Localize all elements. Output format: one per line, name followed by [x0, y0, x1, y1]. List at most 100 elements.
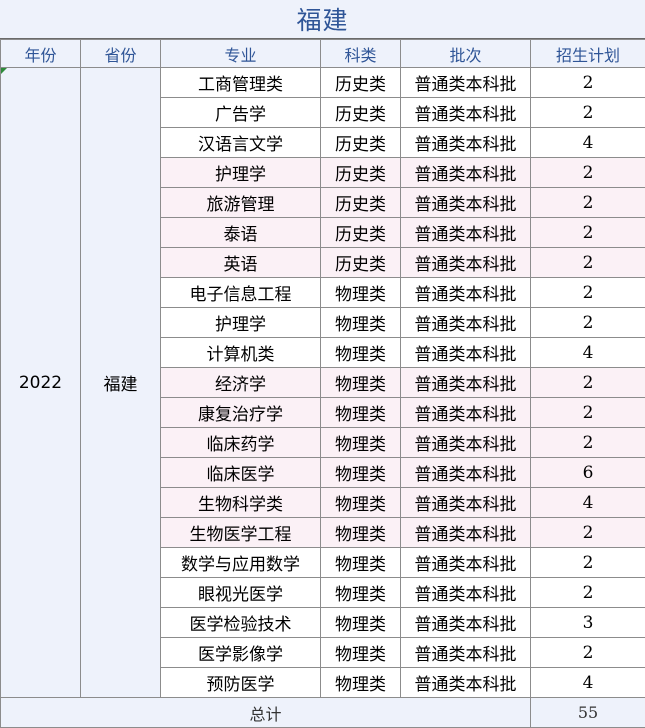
category-cell[interactable]: 物理类 — [320, 487, 401, 518]
plan-cell[interactable]: 2 — [530, 397, 645, 428]
category-cell[interactable]: 物理类 — [320, 637, 401, 668]
batch-cell[interactable]: 普通类本科批 — [400, 337, 531, 368]
major-cell[interactable]: 电子信息工程 — [160, 277, 321, 308]
batch-cell[interactable]: 普通类本科批 — [400, 97, 531, 128]
category-cell[interactable]: 物理类 — [320, 667, 401, 698]
category-cell[interactable]: 物理类 — [320, 547, 401, 578]
plan-cell[interactable]: 2 — [530, 547, 645, 578]
category-cell[interactable]: 物理类 — [320, 457, 401, 488]
plan-cell[interactable]: 2 — [530, 307, 645, 338]
major-cell[interactable]: 临床药学 — [160, 427, 321, 458]
category-cell[interactable]: 历史类 — [320, 67, 401, 98]
plan-cell[interactable]: 2 — [530, 187, 645, 218]
header-major[interactable]: 专业 — [160, 39, 321, 68]
plan-cell[interactable]: 2 — [530, 217, 645, 248]
category-cell[interactable]: 历史类 — [320, 187, 401, 218]
batch-cell[interactable]: 普通类本科批 — [400, 307, 531, 338]
plan-cell[interactable]: 2 — [530, 367, 645, 398]
province-cell[interactable]: 福建 — [80, 67, 161, 698]
batch-cell[interactable]: 普通类本科批 — [400, 127, 531, 158]
year-cell[interactable]: 2022 — [0, 67, 81, 698]
category-cell[interactable]: 物理类 — [320, 367, 401, 398]
spreadsheet: 福建 年份 省份 专业 科类 批次 招生计划 2022 福建 工商管理类 历史类 普通类… — [0, 0, 645, 728]
major-cell[interactable]: 计算机类 — [160, 337, 321, 368]
plan-cell[interactable]: 2 — [530, 277, 645, 308]
sheet-title: 福建 — [0, 0, 645, 39]
batch-cell[interactable]: 普通类本科批 — [400, 667, 531, 698]
plan-cell[interactable]: 4 — [530, 337, 645, 368]
batch-cell[interactable]: 普通类本科批 — [400, 277, 531, 308]
plan-cell[interactable]: 4 — [530, 127, 645, 158]
major-cell[interactable]: 英语 — [160, 247, 321, 278]
header-batch[interactable]: 批次 — [400, 39, 531, 68]
plan-cell[interactable]: 2 — [530, 157, 645, 188]
plan-cell[interactable]: 2 — [530, 247, 645, 278]
total-row: 总计 55 — [0, 697, 645, 728]
admission-plan-table: 年份 省份 专业 科类 批次 招生计划 2022 福建 工商管理类 历史类 普通类本科批… — [0, 39, 645, 728]
category-cell[interactable]: 物理类 — [320, 607, 401, 638]
batch-cell[interactable]: 普通类本科批 — [400, 397, 531, 428]
major-cell[interactable]: 汉语言文学 — [160, 127, 321, 158]
major-cell[interactable]: 预防医学 — [160, 667, 321, 698]
plan-cell[interactable]: 2 — [530, 427, 645, 458]
major-cell[interactable]: 生物医学工程 — [160, 517, 321, 548]
category-cell[interactable]: 物理类 — [320, 277, 401, 308]
plan-cell[interactable]: 2 — [530, 97, 645, 128]
major-cell[interactable]: 医学影像学 — [160, 637, 321, 668]
major-cell[interactable]: 经济学 — [160, 367, 321, 398]
category-cell[interactable]: 历史类 — [320, 247, 401, 278]
category-cell[interactable]: 历史类 — [320, 97, 401, 128]
batch-cell[interactable]: 普通类本科批 — [400, 367, 531, 398]
header-row: 年份 省份 专业 科类 批次 招生计划 — [0, 39, 645, 68]
header-province[interactable]: 省份 — [80, 39, 161, 68]
major-cell[interactable]: 数学与应用数学 — [160, 547, 321, 578]
category-cell[interactable]: 物理类 — [320, 337, 401, 368]
batch-cell[interactable]: 普通类本科批 — [400, 637, 531, 668]
category-cell[interactable]: 物理类 — [320, 517, 401, 548]
category-cell[interactable]: 历史类 — [320, 127, 401, 158]
batch-cell[interactable]: 普通类本科批 — [400, 157, 531, 188]
batch-cell[interactable]: 普通类本科批 — [400, 607, 531, 638]
batch-cell[interactable]: 普通类本科批 — [400, 487, 531, 518]
major-cell[interactable]: 生物科学类 — [160, 487, 321, 518]
major-cell[interactable]: 康复治疗学 — [160, 397, 321, 428]
plan-cell[interactable]: 2 — [530, 67, 645, 98]
major-cell[interactable]: 眼视光医学 — [160, 577, 321, 608]
plan-cell[interactable]: 2 — [530, 637, 645, 668]
plan-cell[interactable]: 3 — [530, 607, 645, 638]
major-cell[interactable]: 工商管理类 — [160, 67, 321, 98]
cell-comment-marker-icon — [1, 68, 7, 74]
major-cell[interactable]: 临床医学 — [160, 457, 321, 488]
category-cell[interactable]: 历史类 — [320, 217, 401, 248]
batch-cell[interactable]: 普通类本科批 — [400, 427, 531, 458]
batch-cell[interactable]: 普通类本科批 — [400, 457, 531, 488]
batch-cell[interactable]: 普通类本科批 — [400, 217, 531, 248]
plan-cell[interactable]: 4 — [530, 667, 645, 698]
category-cell[interactable]: 物理类 — [320, 577, 401, 608]
major-cell[interactable]: 护理学 — [160, 307, 321, 338]
category-cell[interactable]: 物理类 — [320, 427, 401, 458]
batch-cell[interactable]: 普通类本科批 — [400, 547, 531, 578]
total-value[interactable]: 55 — [530, 697, 645, 728]
batch-cell[interactable]: 普通类本科批 — [400, 517, 531, 548]
category-cell[interactable]: 物理类 — [320, 307, 401, 338]
header-category[interactable]: 科类 — [320, 39, 401, 68]
batch-cell[interactable]: 普通类本科批 — [400, 247, 531, 278]
batch-cell[interactable]: 普通类本科批 — [400, 187, 531, 218]
batch-cell[interactable]: 普通类本科批 — [400, 67, 531, 98]
plan-cell[interactable]: 6 — [530, 457, 645, 488]
major-cell[interactable]: 旅游管理 — [160, 187, 321, 218]
total-label[interactable]: 总计 — [0, 697, 531, 728]
plan-cell[interactable]: 4 — [530, 487, 645, 518]
header-year[interactable]: 年份 — [0, 39, 81, 68]
plan-cell[interactable]: 2 — [530, 577, 645, 608]
batch-cell[interactable]: 普通类本科批 — [400, 577, 531, 608]
category-cell[interactable]: 物理类 — [320, 397, 401, 428]
major-cell[interactable]: 医学检验技术 — [160, 607, 321, 638]
header-plan[interactable]: 招生计划 — [530, 39, 645, 68]
major-cell[interactable]: 护理学 — [160, 157, 321, 188]
plan-cell[interactable]: 2 — [530, 517, 645, 548]
category-cell[interactable]: 历史类 — [320, 157, 401, 188]
major-cell[interactable]: 广告学 — [160, 97, 321, 128]
major-cell[interactable]: 泰语 — [160, 217, 321, 248]
